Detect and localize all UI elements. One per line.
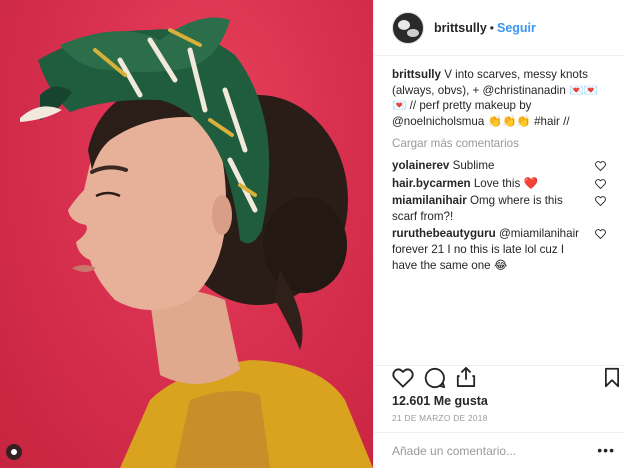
more-options-icon[interactable]: ••• — [597, 443, 615, 457]
action-bar — [374, 365, 624, 391]
comment-icon[interactable] — [424, 367, 446, 389]
comment-item: hair.bycarmen Love this ❤️ — [392, 176, 606, 192]
avatar[interactable] — [392, 11, 424, 44]
comment-username[interactable]: miamilanihair — [392, 194, 467, 207]
bookmark-icon[interactable] — [604, 367, 620, 388]
post-photo[interactable] — [0, 0, 373, 468]
caption-emoji-hands: 👏👏👏 — [487, 114, 531, 128]
likes-count[interactable]: 12.601 Me gusta — [392, 394, 488, 408]
comment-heart-icon[interactable] — [595, 229, 606, 240]
load-more-comments-button[interactable]: Cargar más comentarios — [392, 136, 606, 152]
comment-item: yolainerev Sublime — [392, 158, 606, 174]
comment-username[interactable]: ruruthebeautyguru — [392, 227, 496, 240]
post-caption: brittsully V into scarves, messy knots (… — [392, 67, 606, 129]
comment-heart-icon[interactable] — [595, 161, 606, 171]
comment-text: Love this — [470, 176, 524, 190]
comment-emoji: ❤️ — [523, 176, 538, 190]
caption-username[interactable]: brittsully — [392, 68, 441, 81]
portrait-illustration — [20, 17, 373, 468]
gallery-badge-icon — [6, 444, 22, 460]
post-date: 21 DE MARZO DE 2018 — [392, 413, 488, 423]
comment-input[interactable] — [392, 443, 592, 458]
post-header: brittsully • Seguir — [374, 0, 624, 56]
comments-list: brittsully V into scarves, messy knots (… — [374, 56, 624, 273]
follow-button[interactable]: Seguir — [497, 21, 536, 35]
comment-username[interactable]: yolainerev — [392, 159, 449, 172]
share-icon[interactable] — [456, 366, 476, 388]
comment-username[interactable]: hair.bycarmen — [392, 177, 471, 190]
comment-item: miamilanihair Omg where is this scarf fr… — [392, 193, 606, 224]
header-username[interactable]: brittsully — [434, 21, 487, 35]
header-separator: • — [489, 20, 494, 35]
comment-heart-icon[interactable] — [595, 196, 606, 207]
comment-text: Sublime — [449, 158, 495, 172]
comment-heart-icon[interactable] — [595, 178, 606, 189]
add-comment-bar: ••• — [374, 432, 624, 468]
post-side-panel: brittsully • Seguir brittsully V into sc… — [373, 0, 624, 468]
like-heart-icon[interactable] — [392, 368, 414, 388]
caption-text-3: #hair // — [530, 114, 570, 128]
comment-emoji: 😂 — [493, 258, 508, 272]
comment-item: ruruthebeautyguru @miamilanihair forever… — [392, 226, 606, 273]
